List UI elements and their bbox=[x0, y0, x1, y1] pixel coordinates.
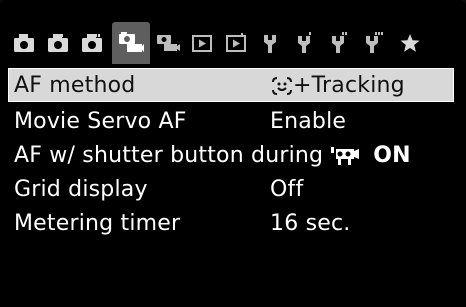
playback-icon bbox=[192, 35, 212, 52]
menu-item-value: Enable bbox=[270, 108, 347, 134]
movie-af-menu: AF method +Tracking Movie Servo AF Enabl… bbox=[0, 64, 466, 307]
menu-tab-bar bbox=[8, 22, 460, 64]
tab-setup-4[interactable] bbox=[358, 26, 386, 60]
tab-my-menu[interactable] bbox=[396, 26, 424, 60]
face-detect-icon bbox=[272, 76, 292, 95]
playback-icon bbox=[226, 33, 246, 52]
menu-item-label: AF method bbox=[14, 72, 136, 98]
tab-setup-3[interactable] bbox=[324, 26, 352, 60]
camera-icon bbox=[48, 34, 68, 52]
menu-item-value: ON bbox=[330, 143, 411, 168]
menu-item-label: Movie Servo AF bbox=[14, 108, 187, 134]
camera-icon bbox=[14, 34, 34, 52]
wrench-icon bbox=[298, 32, 311, 53]
menu-item-label: Grid display bbox=[14, 176, 148, 202]
tab-setup-1[interactable] bbox=[256, 26, 284, 60]
menu-item-movie-servo-af[interactable]: Movie Servo AF Enable bbox=[12, 104, 452, 138]
tab-movie-shooting-1[interactable] bbox=[112, 22, 150, 64]
tab-shooting-1[interactable] bbox=[10, 26, 38, 60]
menu-item-label: Metering timer bbox=[14, 210, 181, 236]
tab-playback-2[interactable] bbox=[222, 26, 250, 60]
wrench-icon bbox=[366, 32, 383, 53]
tab-movie-shooting-2[interactable] bbox=[154, 26, 182, 60]
movie-camera-icon bbox=[157, 35, 180, 51]
tab-shooting-2[interactable] bbox=[44, 26, 72, 60]
menu-item-af-with-shutter[interactable]: AF w/ shutter button during ON bbox=[12, 138, 452, 172]
menu-item-value: 16 sec. bbox=[270, 210, 351, 236]
star-icon bbox=[400, 34, 420, 52]
menu-item-label: AF w/ shutter button during bbox=[14, 142, 324, 168]
menu-item-metering-timer[interactable]: Metering timer 16 sec. bbox=[12, 206, 452, 240]
af-shutter-value: ON bbox=[373, 142, 411, 168]
camera-icon bbox=[82, 34, 102, 52]
wrench-icon bbox=[264, 35, 276, 53]
menu-item-af-method[interactable]: AF method +Tracking bbox=[8, 68, 454, 102]
tab-playback-1[interactable] bbox=[188, 26, 216, 60]
wrench-icon bbox=[332, 32, 347, 53]
menu-item-value: +Tracking bbox=[271, 73, 405, 98]
af-method-value: +Tracking bbox=[293, 72, 405, 98]
tab-setup-2[interactable] bbox=[290, 26, 318, 60]
tab-shooting-3[interactable] bbox=[78, 26, 106, 60]
movie-camera-icon bbox=[119, 32, 144, 52]
menu-item-value: Off bbox=[270, 176, 304, 202]
movie-icon bbox=[331, 146, 359, 165]
camera-menu-screen: AF method +Tracking Movie Servo AF Enabl… bbox=[0, 0, 466, 307]
menu-item-grid-display[interactable]: Grid display Off bbox=[12, 172, 452, 206]
